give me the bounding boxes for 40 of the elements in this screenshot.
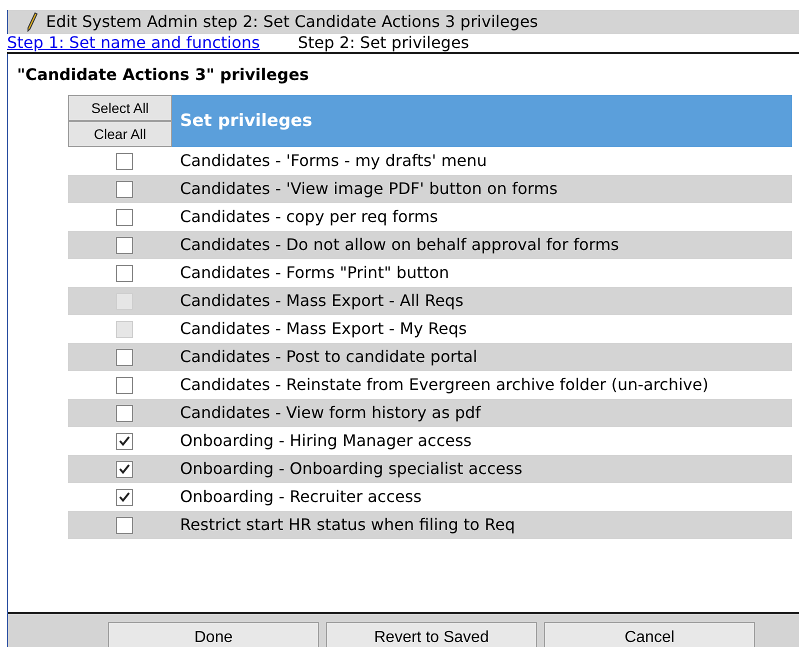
current-step: Step 2: Set privileges (298, 35, 470, 51)
privilege-label: Candidates - Do not allow on behalf approval for forms (180, 234, 620, 256)
table-header: Set privileges (172, 95, 792, 147)
privilege-label: Onboarding - Recruiter access (180, 486, 422, 508)
privilege-label: Onboarding - Hiring Manager access (180, 430, 472, 452)
checkbox[interactable] (116, 488, 132, 506)
checkbox[interactable] (116, 236, 132, 254)
footer-button[interactable]: Done (108, 622, 319, 647)
footer-button[interactable]: Revert to Saved (326, 622, 537, 647)
checkbox[interactable] (116, 432, 132, 450)
checkmark-icon (118, 464, 130, 474)
privilege-label: Candidates - Reinstate from Evergreen archive folder (un-archive) (180, 374, 708, 396)
checkbox[interactable] (116, 208, 132, 226)
checkbox[interactable] (116, 516, 132, 534)
pencil-icon (26, 12, 38, 32)
select-all-button[interactable]: Select All (68, 95, 172, 121)
checkbox[interactable] (116, 376, 132, 394)
clear-all-button[interactable]: Clear All (68, 121, 172, 147)
checkbox[interactable] (116, 152, 132, 170)
privilege-label: Candidates - Mass Export - My Reqs (180, 318, 467, 340)
privilege-label: Candidates - Post to candidate portal (180, 346, 478, 368)
checkmark-icon (118, 492, 130, 502)
privilege-label: Restrict start HR status when filing to Req (180, 514, 516, 536)
privilege-label: Candidates - Mass Export - All Reqs (180, 290, 464, 312)
privilege-label: Onboarding - Onboarding specialist access (180, 458, 522, 480)
privilege-label: Candidates - View form history as pdf (180, 402, 481, 424)
checkbox[interactable] (116, 348, 132, 366)
privilege-label: Candidates - Forms "Print" button (180, 262, 450, 284)
checkbox[interactable] (116, 264, 132, 282)
footer-button[interactable]: Cancel (544, 622, 755, 647)
step-link[interactable]: Step 1: Set name and functions (7, 35, 260, 51)
checkbox[interactable] (116, 460, 132, 478)
privilege-label: Candidates - 'Forms - my drafts' menu (180, 150, 487, 172)
window-title: Edit System Admin step 2: Set Candidate Actions 3 privileges (46, 11, 538, 33)
checkbox[interactable] (116, 180, 132, 198)
checkmark-icon (118, 436, 130, 446)
privilege-label: Candidates - copy per req forms (180, 206, 438, 228)
privilege-label: Candidates - 'View image PDF' button on forms (180, 178, 558, 200)
checkbox[interactable] (116, 404, 132, 422)
section-heading: "Candidate Actions 3" privileges (17, 64, 310, 86)
